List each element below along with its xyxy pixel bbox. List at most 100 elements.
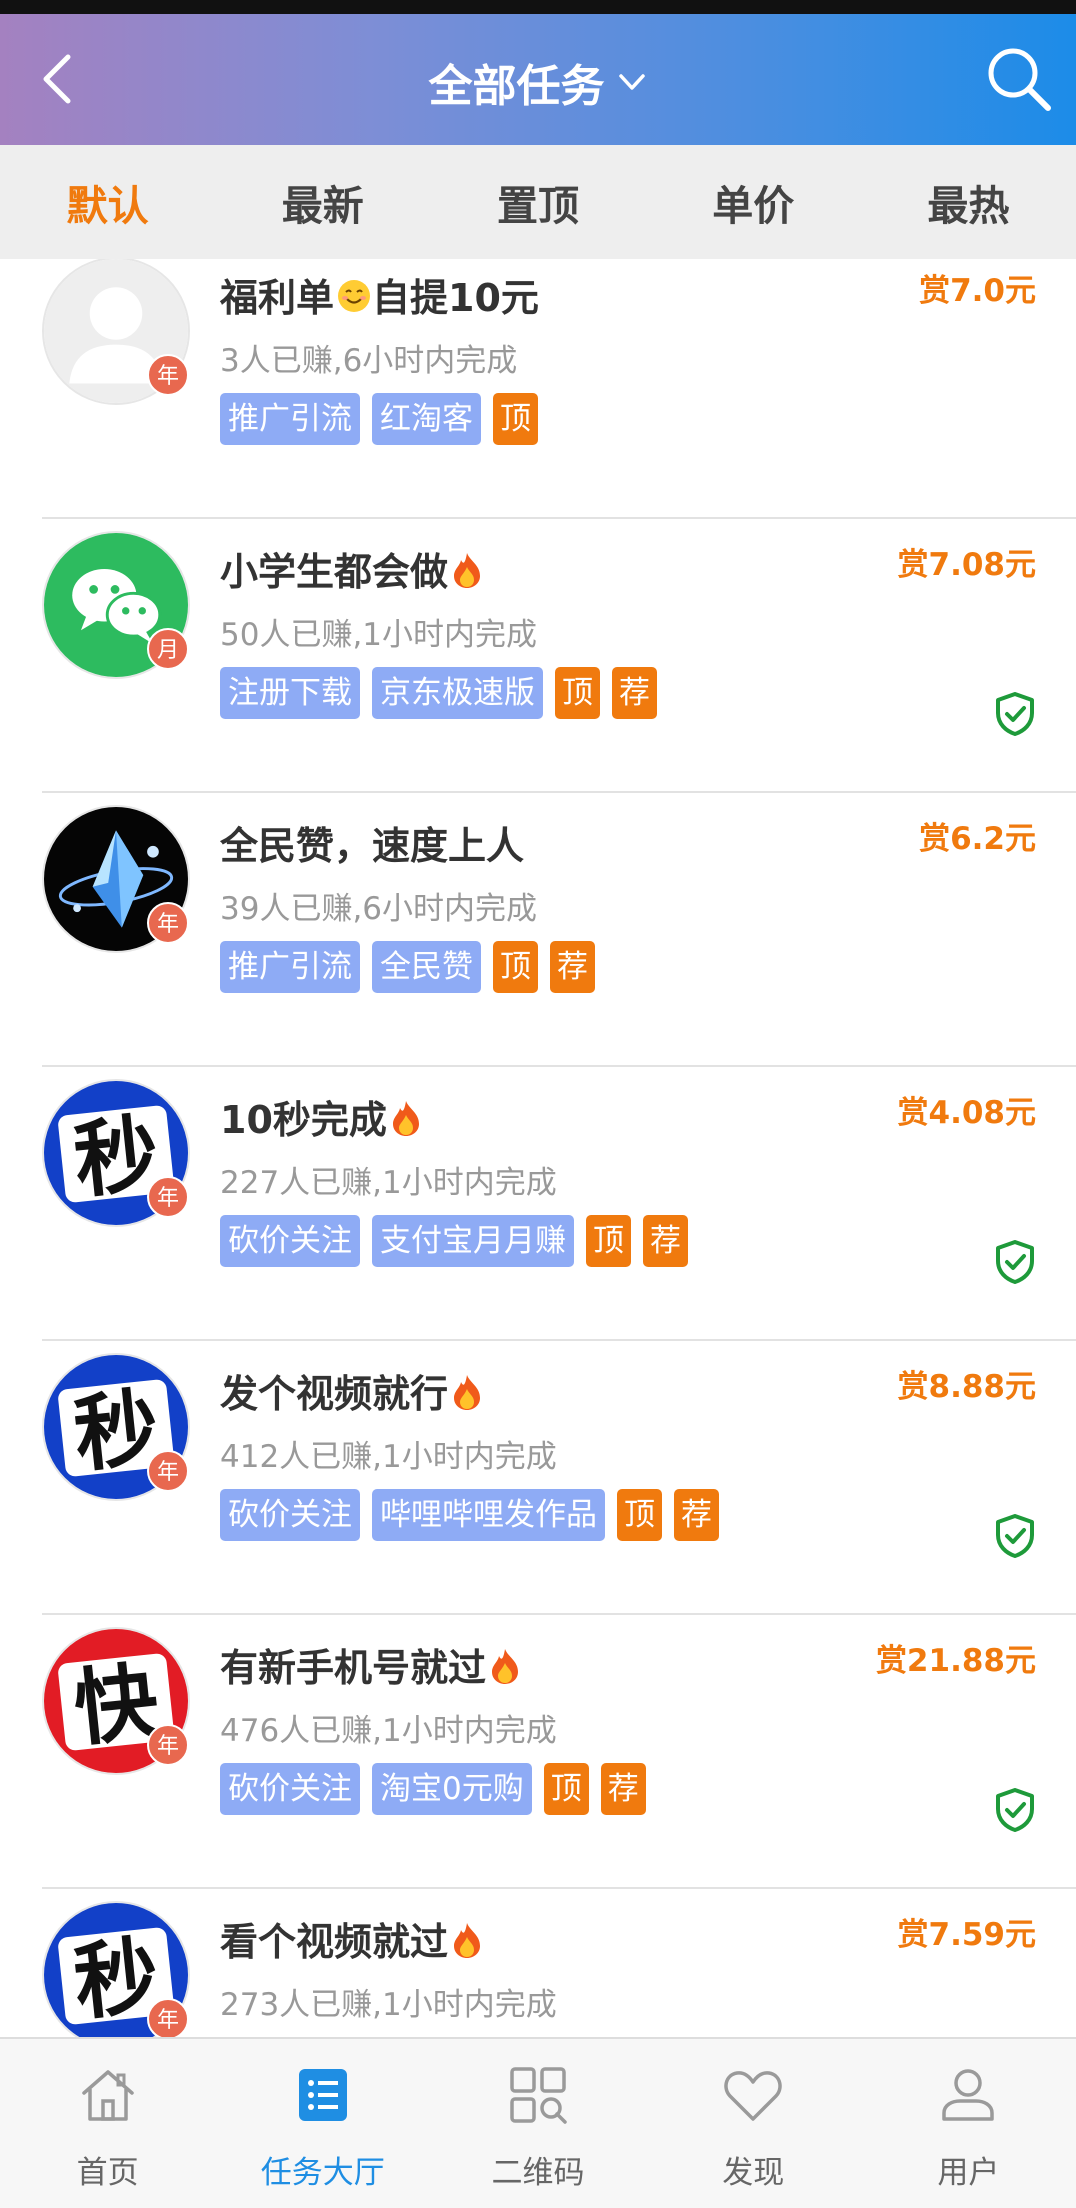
recommend-badge: 荐 [612,667,657,719]
task-tags: 砍价关注 哔哩哔哩发作品顶荐 [220,1489,719,1541]
pinned-badge: 顶 [555,667,600,719]
task-item[interactable]: 秒年发个视频就行 412人已赚,1小时内完成 砍价关注 哔哩哔哩发作品顶荐赏8.88元 [0,1341,1076,1615]
pinned-badge: 顶 [617,1489,662,1541]
category-tag: 推广引流 [220,941,360,993]
home-icon [76,2063,140,2127]
fire-icon [488,1647,522,1694]
tab-label: 任务大厅 [260,2155,385,2191]
reward-amount: 赏6.2元 [919,821,1036,857]
category-tag: 支付宝月月赚 [372,1215,574,1267]
task-title-text: 有新手机号就过 [220,1646,487,1690]
task-meta: 227人已赚,1小时内完成 [220,1165,557,1201]
search-icon [988,48,1051,111]
category-tag: 注册下载 [220,667,360,719]
task-title-text: 看个视频就过 [220,1920,449,1964]
search-button[interactable] [984,44,1054,114]
sort-tab[interactable]: 最热 [861,172,1076,232]
category-tag: 红淘客 [372,393,481,445]
period-badge: 年 [147,1450,189,1492]
task-list-icon [291,2063,355,2127]
status-bar [0,0,1076,14]
qrcode-scan-icon [506,2063,570,2127]
period-badge: 月 [147,628,189,670]
task-tags: 推广引流 全民赞顶荐 [220,941,595,993]
task-item[interactable]: 秒年 10秒完成 227人已赚,1小时内完成 砍价关注 支付宝月月赚顶荐赏4.08元 [0,1067,1076,1341]
period-badge: 年 [147,902,189,944]
task-tags: 推广引流 红淘客顶 [220,393,538,445]
tab-home[interactable]: 首页 [0,2039,215,2208]
task-meta: 476人已赚,1小时内完成 [220,1713,557,1749]
reward-amount: 赏4.08元 [897,1095,1037,1131]
task-item[interactable]: 年福利单 自提10元 3人已赚,6小时内完成推广引流 红淘客顶 赏7.0元 [0,259,1076,519]
task-meta: 39人已赚,6小时内完成 [220,891,538,927]
period-badge: 年 [147,1724,189,1766]
task-meta: 3人已赚,6小时内完成 [220,343,518,379]
reward-amount: 赏21.88元 [875,1643,1036,1679]
title-dropdown[interactable]: 全部任务 [0,50,1076,114]
sort-tab[interactable]: 置顶 [430,172,645,232]
task-item[interactable]: 快年有新手机号就过 476人已赚,1小时内完成 砍价关注 淘宝0元购顶荐赏21.88元 [0,1615,1076,1889]
pinned-badge: 顶 [543,1763,589,1815]
category-tag: 砍价关注 [220,1489,360,1541]
period-badge: 年 [147,1998,189,2037]
task-title: 全民赞，速度上人 [220,815,524,870]
page-title: 全部任务 [428,61,605,112]
tab-qrcode-scan[interactable]: 二维码 [430,2039,645,2208]
sort-bar: 默认 最新 置顶 单价 最热 [0,145,1076,259]
period-badge: 年 [147,1176,189,1218]
pinned-badge: 顶 [493,941,538,993]
task-title-text: 10秒完成 [220,1098,387,1142]
fire-icon [389,1099,423,1146]
task-meta: 273人已赚,1小时内完成 [220,1987,557,2023]
category-tag: 推广引流 [220,393,360,445]
app-header: 全部任务 [0,14,1076,145]
category-tag: 哔哩哔哩发作品 [372,1489,605,1541]
tab-label: 用户 [937,2155,1000,2191]
chevron-down-icon [618,74,645,90]
bottom-tab-bar: 首页 任务大厅 二维码 发现 用户 [0,2037,1076,2208]
sort-tab[interactable]: 默认 [0,172,215,232]
task-meta: 412人已赚,1小时内完成 [220,1439,557,1475]
category-tag: 砍价关注 [220,1215,360,1267]
fire-icon [450,551,484,598]
reward-amount: 赏7.0元 [919,273,1036,309]
task-tags: 砍价关注 支付宝月月赚顶荐 [220,1215,688,1267]
task-title: 发个视频就行 [220,1363,484,1420]
tab-task-list[interactable]: 任务大厅 [215,2039,430,2208]
verified-shield-icon [994,1513,1036,1559]
tab-heart[interactable]: 发现 [646,2039,861,2208]
category-tag: 淘宝0元购 [372,1763,532,1815]
reward-amount: 赏7.08元 [897,547,1037,583]
sort-tab[interactable]: 最新 [215,172,430,232]
fire-icon [450,1921,484,1968]
pinned-badge: 顶 [493,393,538,445]
task-title-text: 小学生都会做 [220,550,449,594]
tab-label: 二维码 [491,2155,585,2191]
recommend-badge: 荐 [550,941,595,993]
task-title: 小学生都会做 [220,541,484,598]
task-item[interactable]: 年全民赞，速度上人 39人已赚,6小时内完成推广引流 全民赞顶荐 赏6.2元 [0,793,1076,1067]
task-tags: 砍价关注 淘宝0元购顶荐 [220,1763,646,1815]
task-title: 有新手机号就过 [220,1637,522,1694]
sort-tab[interactable]: 单价 [646,172,861,232]
smiling-icon [336,278,372,323]
fire-icon [450,1373,484,1420]
reward-amount: 赏8.88元 [897,1369,1037,1405]
task-list: 年福利单 自提10元 3人已赚,6小时内完成 推广引流 红淘客顶赏7.0元月小学生都会做… [0,259,1076,2037]
task-title: 10秒完成 [220,1089,423,1146]
verified-shield-icon [994,691,1036,737]
user-icon [936,2063,1000,2127]
task-item[interactable]: 秒年看个视频就过 273人已赚,1小时内完成 赏7.59元 [0,1889,1076,2037]
tab-user[interactable]: 用户 [861,2039,1076,2208]
heart-icon [721,2063,785,2127]
category-tag: 砍价关注 [220,1763,360,1815]
task-title-suffix: 自提10元 [372,276,539,320]
task-tags: 注册下载 京东极速版顶荐 [220,667,657,719]
period-badge: 年 [147,354,189,396]
reward-amount: 赏7.59元 [897,1917,1037,1953]
recommend-badge: 荐 [643,1215,688,1267]
task-title: 福利单 自提10元 [220,267,539,323]
task-item[interactable]: 月小学生都会做 50人已赚,1小时内完成 注册下载 京东极速版顶荐 赏7.08元 [0,519,1076,793]
recommend-badge: 荐 [600,1763,646,1815]
category-tag: 京东极速版 [372,667,543,719]
